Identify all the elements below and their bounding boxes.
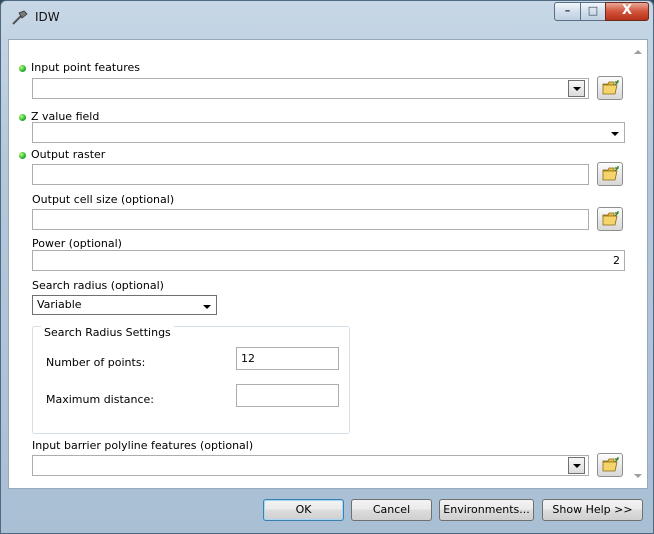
input-point-features-browse-button[interactable] bbox=[597, 76, 623, 100]
chevron-down-icon bbox=[607, 126, 621, 140]
z-value-field-select[interactable] bbox=[32, 122, 625, 143]
idw-dialog: IDW – □ X Input point features Z value f… bbox=[0, 0, 654, 534]
output-cell-size-label: Output cell size (optional) bbox=[32, 193, 175, 206]
input-barrier-label: Input barrier polyline features (optiona… bbox=[32, 439, 254, 452]
search-radius-settings-group: Search Radius Settings Number of points:… bbox=[32, 326, 350, 434]
input-barrier-dropdown-button[interactable] bbox=[568, 457, 585, 474]
cancel-button[interactable]: Cancel bbox=[351, 499, 432, 521]
title-bar[interactable]: IDW – □ X bbox=[1, 1, 653, 35]
number-of-points-field[interactable]: 12 bbox=[236, 347, 339, 370]
environments-button[interactable]: Environments... bbox=[439, 499, 534, 521]
input-point-features-label: Input point features bbox=[31, 61, 140, 74]
input-point-features-field[interactable] bbox=[32, 78, 589, 99]
input-barrier-field[interactable] bbox=[32, 455, 589, 476]
required-indicator-icon bbox=[19, 152, 26, 159]
parameters-panel: Input point features Z value field Outpu… bbox=[8, 39, 648, 489]
number-of-points-label: Number of points: bbox=[46, 356, 146, 369]
folder-open-icon bbox=[602, 211, 619, 226]
ok-button[interactable]: OK bbox=[263, 499, 344, 521]
power-label: Power (optional) bbox=[32, 237, 122, 250]
required-indicator-icon bbox=[19, 65, 26, 72]
output-raster-field[interactable] bbox=[32, 164, 589, 185]
chevron-down-icon bbox=[199, 299, 213, 313]
output-cell-size-browse-button[interactable] bbox=[597, 207, 623, 231]
output-raster-label: Output raster bbox=[31, 148, 106, 161]
input-point-features-dropdown-button[interactable] bbox=[568, 80, 585, 97]
search-radius-select[interactable]: Variable bbox=[32, 295, 217, 315]
power-field[interactable]: 2 bbox=[32, 250, 625, 271]
window-title: IDW bbox=[35, 10, 60, 24]
search-radius-value: Variable bbox=[37, 298, 82, 311]
show-help-button[interactable]: Show Help >> bbox=[542, 499, 643, 521]
maximum-distance-field[interactable] bbox=[236, 384, 339, 407]
required-indicator-icon bbox=[19, 114, 26, 121]
hammer-tool-icon bbox=[11, 10, 29, 26]
minimize-button[interactable]: – bbox=[554, 2, 581, 21]
folder-open-icon bbox=[602, 166, 619, 181]
vertical-scrollbar[interactable] bbox=[631, 40, 647, 488]
output-raster-browse-button[interactable] bbox=[597, 162, 623, 186]
search-radius-settings-title: Search Radius Settings bbox=[41, 326, 174, 339]
folder-open-icon bbox=[602, 80, 619, 95]
scroll-down-icon[interactable] bbox=[634, 474, 642, 478]
output-cell-size-field[interactable] bbox=[32, 209, 589, 230]
maximize-button[interactable]: □ bbox=[580, 2, 606, 21]
search-radius-label: Search radius (optional) bbox=[32, 279, 164, 292]
maximum-distance-label: Maximum distance: bbox=[46, 393, 155, 406]
folder-open-icon bbox=[602, 457, 619, 472]
input-barrier-browse-button[interactable] bbox=[597, 453, 623, 477]
scroll-up-icon[interactable] bbox=[634, 50, 642, 54]
close-button[interactable]: X bbox=[605, 2, 649, 21]
